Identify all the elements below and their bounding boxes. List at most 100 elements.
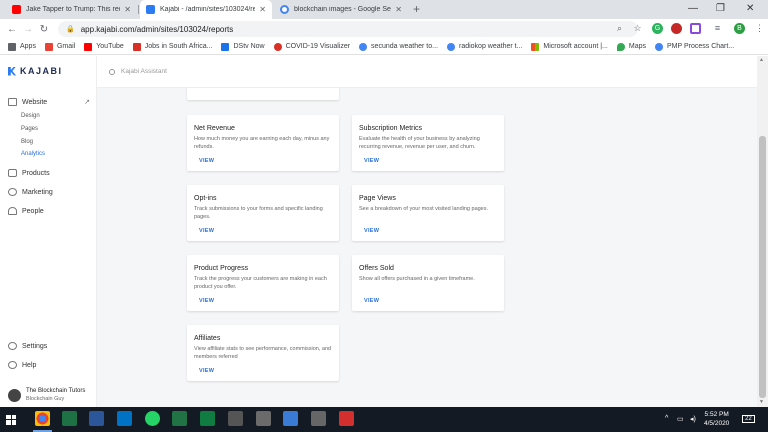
chrome-icon[interactable] bbox=[35, 411, 50, 426]
bookmark-gmail[interactable]: Gmail bbox=[44, 42, 75, 51]
card-title: Product Progress bbox=[194, 265, 249, 272]
browser-toolbar: ← → ↻ 🔒 app.kajabi.com/admin/sites/10302… bbox=[0, 19, 768, 39]
report-card-opt-ins[interactable]: Opt-ins Track submissions to your forms … bbox=[187, 185, 339, 241]
star-icon[interactable]: ☆ bbox=[632, 23, 643, 34]
printer-icon[interactable] bbox=[311, 411, 326, 426]
extension-red-icon[interactable] bbox=[671, 23, 682, 34]
kajabi-favicon-icon bbox=[146, 5, 155, 14]
close-icon[interactable]: ✕ bbox=[124, 5, 131, 14]
view-link[interactable]: VIEW bbox=[199, 158, 214, 164]
tab-blockchain-images[interactable]: blockchain images - Google Sear ✕ bbox=[274, 0, 408, 19]
view-link[interactable]: VIEW bbox=[364, 158, 379, 164]
view-link[interactable]: VIEW bbox=[364, 298, 379, 304]
word-icon[interactable] bbox=[89, 411, 104, 426]
sidebar-item-marketing[interactable]: Marketing bbox=[8, 188, 53, 196]
back-arrow-icon[interactable]: ← bbox=[4, 24, 20, 35]
card-description: Evaluate the health of your business by … bbox=[359, 136, 480, 150]
tab-kajabi[interactable]: Kajabi - /admin/sites/103024/rep ✕ bbox=[140, 0, 272, 19]
scroll-down-icon[interactable]: ▼ bbox=[759, 399, 764, 405]
view-link[interactable]: VIEW bbox=[364, 228, 379, 234]
gmail-icon bbox=[44, 42, 53, 51]
system-clock[interactable]: 5:52 PM 4/5/2020 bbox=[704, 410, 729, 428]
maps-pin-icon bbox=[616, 42, 625, 51]
address-bar[interactable]: 🔒 app.kajabi.com/admin/sites/103024/repo… bbox=[58, 21, 638, 37]
app-topbar: Kajabi Assistant bbox=[97, 56, 757, 88]
report-card-affiliates[interactable]: Affiliates View affiliate stats to see p… bbox=[187, 325, 339, 381]
google-icon bbox=[446, 42, 455, 51]
kajabi-logo[interactable]: KAJABI bbox=[8, 66, 63, 76]
minimize-icon[interactable]: — bbox=[688, 2, 698, 16]
report-card-product-progress[interactable]: Product Progress Track the progress your… bbox=[187, 255, 339, 311]
playlist-icon[interactable]: ≡ bbox=[712, 23, 723, 34]
notifications-icon[interactable]: 22 bbox=[742, 415, 755, 423]
scrollbar-thumb[interactable] bbox=[759, 136, 766, 398]
user-role: Blockchain Guy bbox=[26, 396, 65, 402]
restore-icon[interactable]: ❐ bbox=[716, 2, 725, 16]
sidebar-item-settings[interactable]: Settings bbox=[8, 342, 47, 350]
view-link[interactable]: VIEW bbox=[199, 298, 214, 304]
forward-arrow-icon[interactable]: → bbox=[20, 24, 36, 35]
bookmark-radiokop-weather[interactable]: radiokop weather t... bbox=[446, 42, 522, 51]
whatsapp-icon[interactable] bbox=[145, 411, 160, 426]
google-icon bbox=[655, 42, 663, 51]
report-card-net-revenue[interactable]: Net Revenue How much money you are earni… bbox=[187, 115, 339, 171]
bookmark-apps[interactable]: Apps bbox=[8, 42, 36, 51]
windows-start-button[interactable] bbox=[0, 407, 22, 432]
sidebar-item-products[interactable]: Products bbox=[8, 169, 50, 177]
report-card-page-views[interactable]: Page Views See a breakdown of your most … bbox=[352, 185, 504, 241]
outlook-icon[interactable] bbox=[117, 411, 132, 426]
tab-jake-tapper[interactable]: Jake Tapper to Trump: This requi ✕ bbox=[6, 0, 137, 19]
reload-icon[interactable]: ↻ bbox=[36, 24, 52, 35]
acrobat-icon[interactable] bbox=[339, 411, 354, 426]
view-link[interactable]: VIEW bbox=[199, 368, 214, 374]
extension-purple-icon[interactable] bbox=[690, 23, 701, 34]
sidebar-sub-blog[interactable]: Blog bbox=[21, 139, 33, 145]
bookmark-secunda-weather[interactable]: secunda weather to... bbox=[359, 42, 438, 51]
apps-grid-icon bbox=[8, 42, 16, 51]
tray-chevron-icon[interactable]: ^ bbox=[665, 415, 668, 422]
new-tab-button[interactable]: + bbox=[413, 2, 420, 16]
app-sidebar: KAJABI Website ↗ Design Pages Blog Analy… bbox=[0, 56, 97, 407]
page-scrollbar[interactable]: ▲ ▼ bbox=[757, 56, 768, 407]
report-card-subscription-metrics[interactable]: Subscription Metrics Evaluate the health… bbox=[352, 115, 504, 171]
card-description: How much money you are earning each day,… bbox=[194, 136, 330, 150]
windows-taskbar: ^ ▭ ◂) 5:52 PM 4/5/2020 22 bbox=[0, 407, 768, 432]
project-icon[interactable] bbox=[172, 411, 187, 426]
sidebar-sub-analytics[interactable]: Analytics bbox=[21, 151, 45, 157]
bookmark-maps[interactable]: Maps bbox=[616, 42, 646, 51]
calculator-icon[interactable] bbox=[228, 411, 243, 426]
bookmark-pmp[interactable]: PMP Process Chart... bbox=[655, 42, 734, 51]
window-close-icon[interactable]: ✕ bbox=[746, 2, 754, 16]
sidebar-item-help[interactable]: Help bbox=[8, 361, 36, 369]
network-tool-icon[interactable] bbox=[256, 411, 271, 426]
bookmark-dstv[interactable]: DStv Now bbox=[221, 42, 265, 51]
publisher-icon[interactable] bbox=[200, 411, 215, 426]
view-link[interactable]: VIEW bbox=[199, 228, 214, 234]
profile-avatar[interactable]: B bbox=[734, 23, 745, 34]
extension-grammarly-icon[interactable]: G bbox=[652, 23, 663, 34]
sidebar-sub-design[interactable]: Design bbox=[21, 113, 40, 119]
sidebar-item-website[interactable]: Website ↗ bbox=[8, 98, 90, 106]
bookmark-covid[interactable]: COVID-19 Visualizer bbox=[273, 42, 350, 51]
bookmark-youtube[interactable]: YouTube bbox=[84, 42, 124, 51]
volume-icon[interactable]: ◂) bbox=[690, 415, 696, 423]
close-icon[interactable]: ✕ bbox=[395, 5, 402, 14]
network-icon[interactable]: ▭ bbox=[677, 415, 684, 423]
card-title: Offers Sold bbox=[359, 265, 394, 272]
sidebar-item-people[interactable]: People bbox=[8, 207, 44, 215]
browser-menu-icon[interactable]: ⋮ bbox=[754, 23, 765, 34]
search-input[interactable]: Kajabi Assistant bbox=[121, 68, 167, 75]
search-icon[interactable]: ⌕ bbox=[614, 23, 625, 34]
scroll-up-icon[interactable]: ▲ bbox=[759, 57, 764, 63]
report-card-offers-sold[interactable]: Offers Sold Show all offers purchased in… bbox=[352, 255, 504, 311]
assistant-search[interactable]: Kajabi Assistant bbox=[109, 68, 167, 75]
excel-icon[interactable] bbox=[62, 411, 77, 426]
monitor-app-icon[interactable] bbox=[283, 411, 298, 426]
user-profile[interactable]: The Blockchain Tutors Blockchain Guy bbox=[8, 387, 85, 403]
external-link-icon[interactable]: ↗ bbox=[84, 98, 90, 106]
bookmark-jobs[interactable]: Jobs in South Africa... bbox=[132, 42, 212, 51]
sidebar-sub-pages[interactable]: Pages bbox=[21, 126, 38, 132]
card-title: Page Views bbox=[359, 195, 396, 202]
bookmark-microsoft[interactable]: Microsoft account |... bbox=[531, 42, 608, 51]
close-icon[interactable]: ✕ bbox=[259, 5, 266, 14]
